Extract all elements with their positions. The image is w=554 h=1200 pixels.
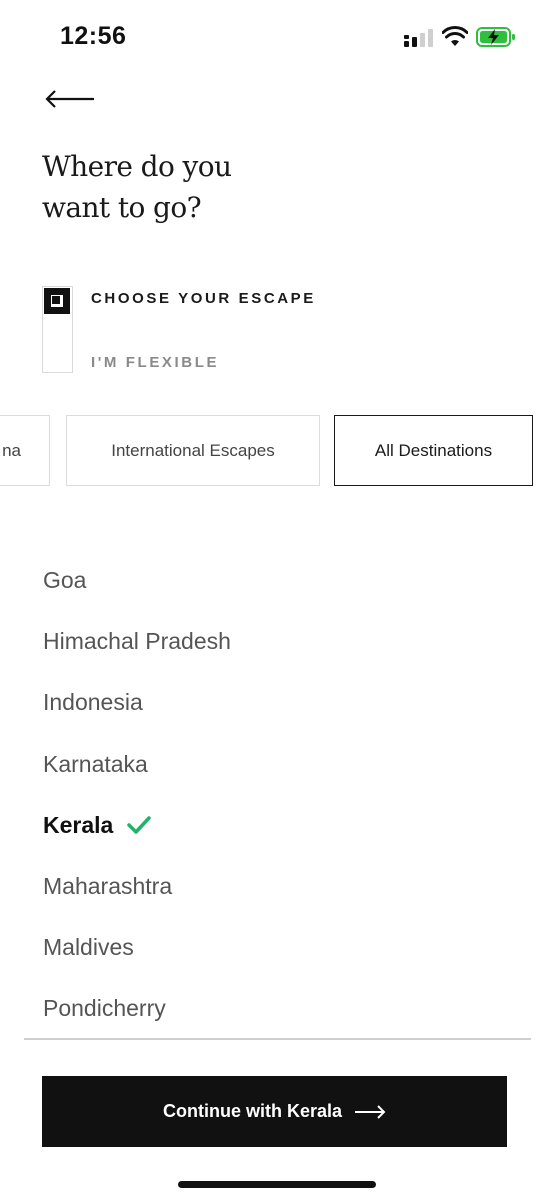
home-indicator bbox=[178, 1181, 376, 1188]
category-tabs: na International Escapes All Destination… bbox=[0, 415, 554, 487]
battery-charging-icon bbox=[476, 27, 515, 47]
continue-button-label: Continue with Kerala bbox=[162, 1101, 342, 1121]
destination-label: Himachal Pradesh bbox=[43, 628, 231, 655]
destination-item-maldives[interactable]: Maldives bbox=[43, 917, 513, 978]
check-icon bbox=[127, 816, 152, 835]
status-time: 12:56 bbox=[60, 22, 127, 50]
destination-item-maharashtra[interactable]: Maharashtra bbox=[43, 856, 513, 917]
destination-item-indonesia[interactable]: Indonesia bbox=[43, 672, 513, 733]
continue-button[interactable]: Continue with Kerala bbox=[42, 1076, 507, 1147]
arrow-right-icon bbox=[355, 1104, 386, 1119]
tab-all-destinations[interactable]: All Destinations bbox=[334, 415, 533, 486]
destination-label: Maldives bbox=[43, 934, 134, 961]
destination-list: Goa Himachal Pradesh Indonesia Karnataka… bbox=[43, 550, 513, 1040]
destination-item-goa[interactable]: Goa bbox=[43, 550, 513, 611]
option-choose-your-escape[interactable]: CHOOSE YOUR ESCAPE bbox=[91, 290, 316, 307]
page-title-line2: want to go? bbox=[42, 191, 202, 224]
signal-icon bbox=[404, 29, 433, 47]
destination-item-himachal-pradesh[interactable]: Himachal Pradesh bbox=[43, 611, 513, 672]
wifi-icon bbox=[442, 26, 468, 46]
destination-item-pondicherry[interactable]: Pondicherry bbox=[43, 978, 513, 1039]
back-button[interactable] bbox=[42, 84, 98, 114]
destination-label: Pondicherry bbox=[43, 995, 166, 1022]
tab-partial[interactable]: na bbox=[0, 415, 50, 486]
tab-international-escapes[interactable]: International Escapes bbox=[66, 415, 320, 486]
destination-label: Goa bbox=[43, 567, 87, 594]
destination-label: Karnataka bbox=[43, 750, 148, 777]
mode-toggle[interactable] bbox=[42, 286, 73, 373]
destination-label: Maharashtra bbox=[43, 873, 173, 900]
toggle-knob-center bbox=[52, 296, 60, 304]
option-im-flexible[interactable]: I'M FLEXIBLE bbox=[91, 354, 219, 371]
page-title: Where do you want to go? bbox=[42, 146, 342, 228]
destination-label: Indonesia bbox=[43, 689, 143, 716]
arrow-left-icon bbox=[45, 90, 94, 108]
destination-label: Kerala bbox=[43, 811, 114, 838]
divider bbox=[24, 1038, 531, 1040]
page-title-line1: Where do you bbox=[42, 150, 232, 183]
status-bar: 12:56 bbox=[0, 0, 554, 76]
destination-item-karnataka[interactable]: Karnataka bbox=[43, 734, 513, 795]
destination-item-kerala[interactable]: Kerala bbox=[43, 795, 513, 856]
